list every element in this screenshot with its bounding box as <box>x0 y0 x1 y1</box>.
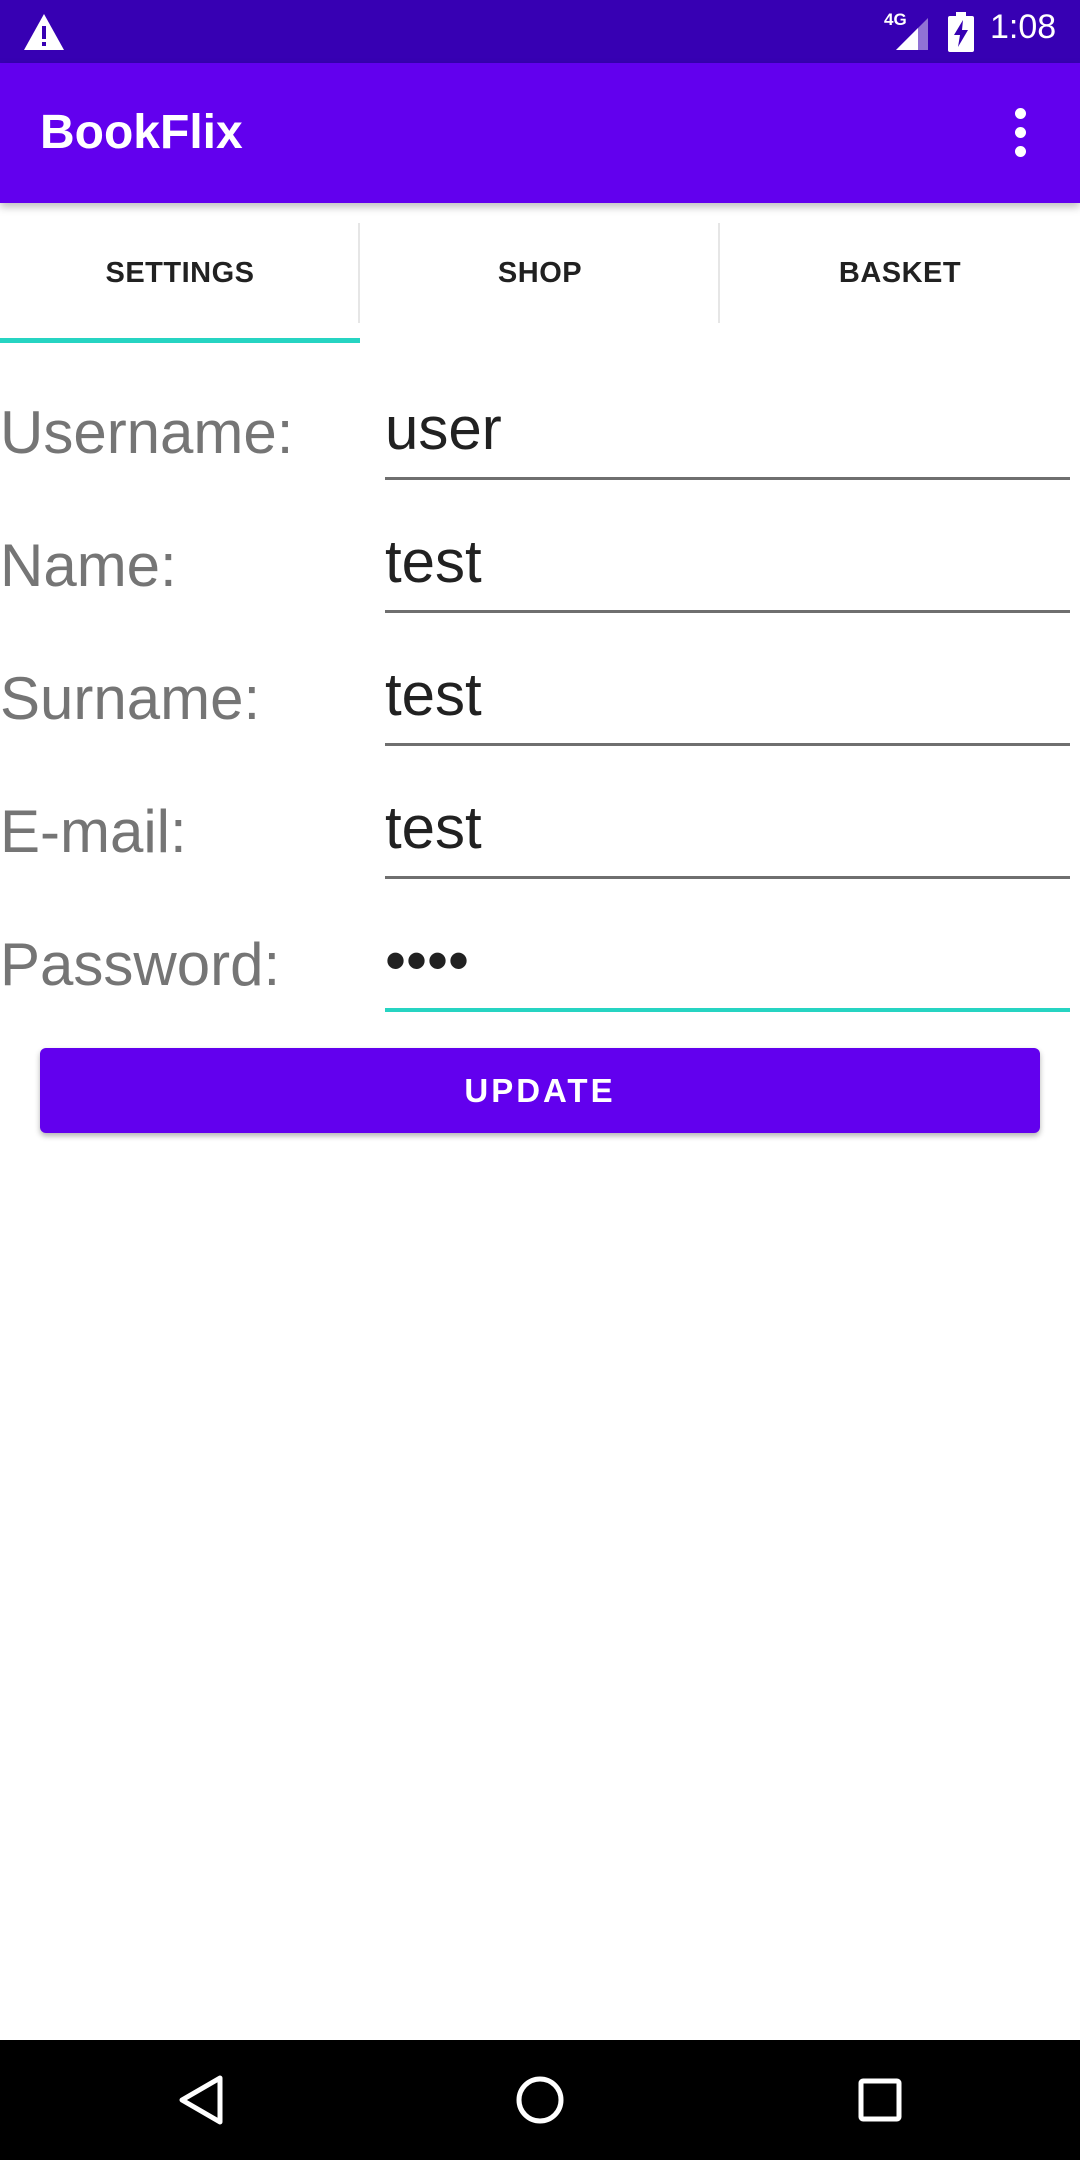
home-icon[interactable] <box>500 2060 580 2140</box>
name-field[interactable] <box>385 513 1070 613</box>
surname-label: Surname: <box>0 665 261 732</box>
tab-basket[interactable]: BASKET <box>720 203 1080 343</box>
tab-basket-label: BASKET <box>838 256 962 289</box>
navigation-bar <box>0 2040 1080 2160</box>
back-icon[interactable] <box>160 2060 240 2140</box>
email-row: E-mail: <box>0 769 1080 902</box>
email-field[interactable] <box>385 779 1070 879</box>
username-field[interactable] <box>385 380 1070 480</box>
status-clock: 1:08 <box>990 8 1057 46</box>
surname-row: Surname: <box>0 636 1080 769</box>
menu-dot <box>1014 126 1026 138</box>
tab-settings-label: SETTINGS <box>105 256 255 289</box>
warning-icon <box>24 14 64 50</box>
tab-settings[interactable]: SETTINGS <box>0 203 360 343</box>
app-title: BookFlix <box>40 106 243 159</box>
email-label: E-mail: <box>0 798 187 865</box>
update-button[interactable]: UPDATE <box>40 1048 1040 1133</box>
username-label: Username: <box>0 399 294 466</box>
username-row: Username: <box>0 370 1080 503</box>
tab-bar: SETTINGS SHOP BASKET <box>0 203 1080 343</box>
password-label: Password: <box>0 931 281 998</box>
update-button-label: UPDATE <box>464 1071 616 1109</box>
app-bar: BookFlix <box>0 63 1080 203</box>
password-field[interactable] <box>385 912 1070 1012</box>
password-row: Password: <box>0 902 1080 1035</box>
tab-active-indicator <box>0 338 360 343</box>
recents-icon[interactable] <box>840 2060 920 2140</box>
status-bar: 4G 1:08 <box>0 0 1080 63</box>
menu-dot <box>1014 145 1026 157</box>
battery-charging-icon <box>948 12 974 52</box>
overflow-menu-icon[interactable] <box>1000 99 1040 165</box>
menu-dot <box>1014 107 1026 119</box>
name-row: Name: <box>0 503 1080 636</box>
surname-field[interactable] <box>385 646 1070 746</box>
tab-shop-label: SHOP <box>497 256 583 289</box>
signal-icon <box>896 18 928 50</box>
tab-shop[interactable]: SHOP <box>360 203 720 343</box>
name-label: Name: <box>0 532 177 599</box>
